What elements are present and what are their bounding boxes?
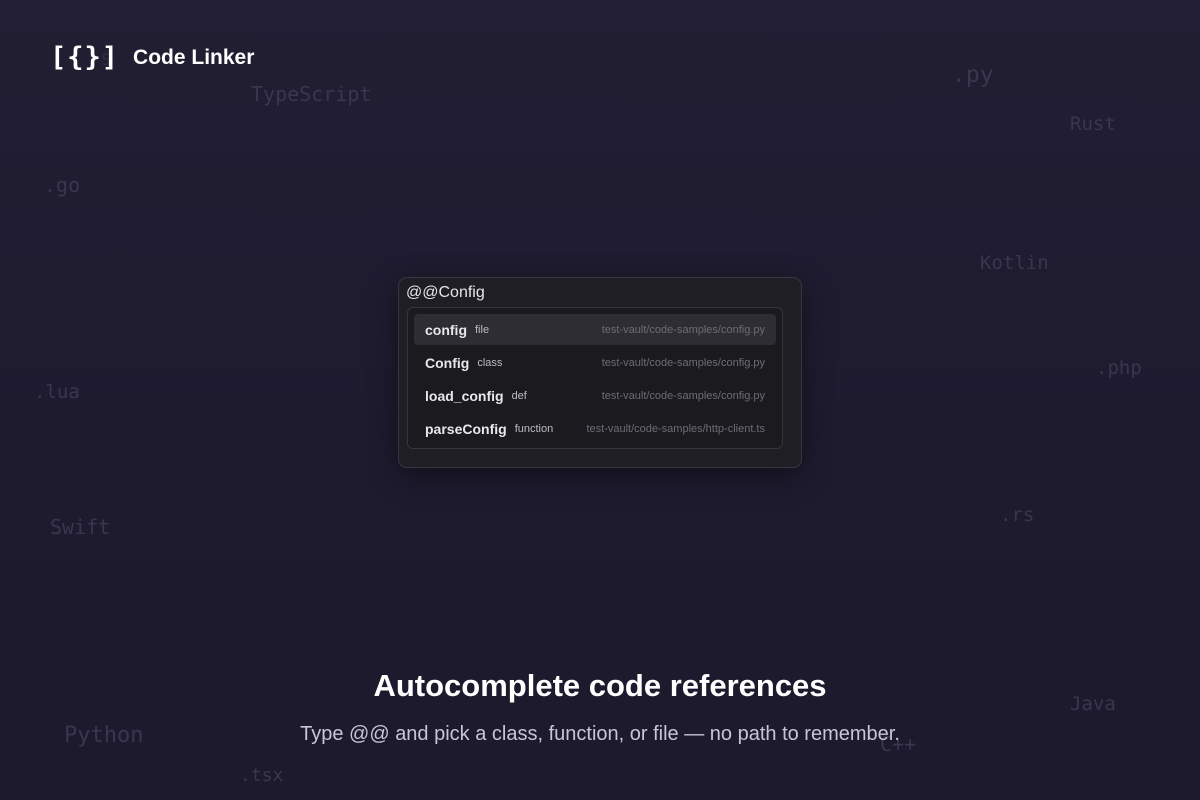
suggestion-name: Config (425, 354, 470, 371)
bg-word: .rs (1000, 504, 1035, 526)
bg-word: .go (44, 173, 81, 197)
suggestion-name: parseConfig (425, 420, 507, 437)
suggestion-item[interactable]: Config class test-vault/code-samples/confi… (414, 347, 776, 378)
suggestion-kind: def (511, 389, 527, 402)
suggestion-list: config file test-vault/code-samples/config… (407, 307, 783, 449)
suggestion-path: test-vault/code-samples/config.py (601, 389, 765, 402)
suggestion-item[interactable]: load_config def test-vault/code-samples/co… (414, 380, 776, 411)
bg-word: Kotlin (980, 252, 1049, 274)
brand: [{}] Code Linker (50, 42, 254, 73)
suggestion-name: load_config (425, 387, 504, 404)
suggestion-kind: class (477, 356, 503, 369)
bg-word: Rust (1070, 113, 1116, 135)
bg-word: TypeScript (251, 82, 372, 106)
suggestion-path: test-vault/code-samples/http-client.ts (586, 422, 765, 435)
bg-word: .tsx (240, 765, 284, 786)
bg-word: Swift (50, 515, 111, 539)
suggestion-path: test-vault/code-samples/config.py (601, 323, 765, 336)
bg-word: .py (952, 62, 994, 88)
page-title: Autocomplete code references (373, 668, 827, 703)
suggestion-kind: function (514, 422, 554, 435)
brand-name: Code Linker (133, 45, 255, 69)
suggestion-name: config (425, 321, 467, 338)
bg-word: .php (1096, 357, 1142, 379)
autocomplete-modal: config file test-vault/code-samples/config… (398, 277, 802, 468)
search-input[interactable] (406, 282, 786, 304)
bg-word: .lua (34, 381, 80, 403)
suggestion-path: test-vault/code-samples/config.py (601, 356, 765, 369)
code-braces-icon: [{}] (50, 42, 120, 73)
suggestion-kind: file (475, 323, 490, 336)
page-subtitle: Type @@ and pick a class, function, or f… (300, 723, 900, 745)
suggestion-item[interactable]: parseConfig function test-vault/code-sampl… (414, 413, 776, 444)
suggestion-item[interactable]: config file test-vault/code-samples/config… (414, 314, 776, 345)
